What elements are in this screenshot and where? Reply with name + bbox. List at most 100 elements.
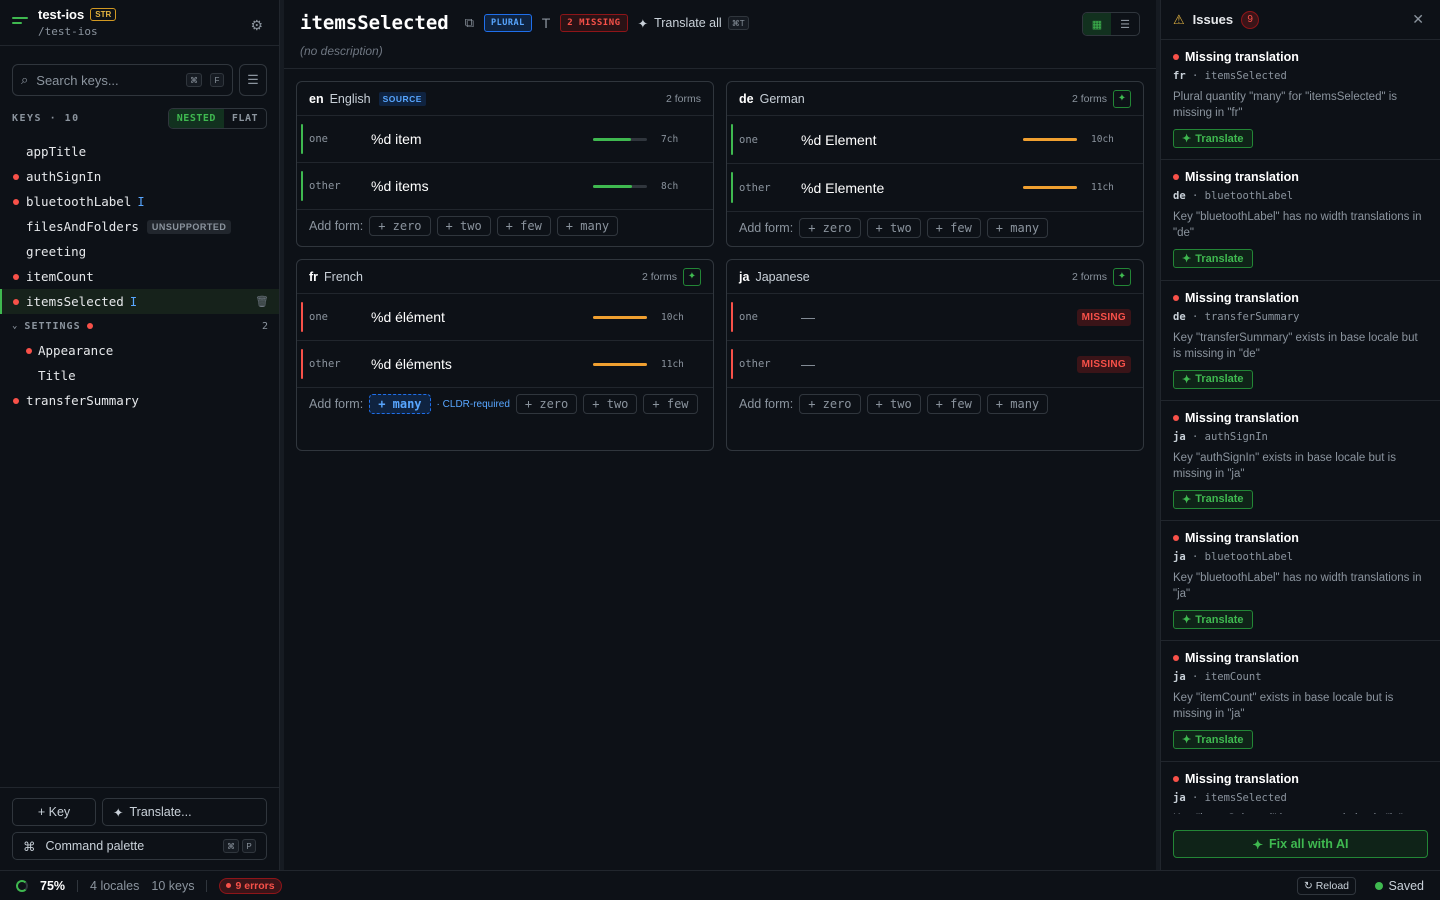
errors-badge[interactable]: 9 errors <box>219 877 282 894</box>
key-description[interactable]: (no description) <box>300 44 1140 58</box>
grid-view-icon[interactable]: ▦ <box>1083 13 1111 35</box>
issue-translate-button[interactable]: ✦ Translate <box>1173 249 1253 269</box>
issue-translate-button[interactable]: ✦ Translate <box>1173 489 1253 509</box>
plural-form-row[interactable]: one — MISSING <box>727 294 1143 341</box>
add-many-required-button[interactable]: + many <box>369 394 431 414</box>
key-tree: appTitle authSignIn bluetoothLabel I file… <box>0 137 279 413</box>
add-many-button[interactable]: + many <box>556 216 619 236</box>
plural-form-row[interactable]: one %d Element 10ch <box>727 116 1143 164</box>
add-key-button[interactable]: + Key <box>12 798 96 826</box>
add-two-button[interactable]: + two <box>866 218 921 238</box>
filter-button[interactable]: ☰ <box>239 64 267 96</box>
issue-item[interactable]: Missing translation ja · bluetoothLabel Ke… <box>1161 521 1440 642</box>
add-two-button[interactable]: + two <box>583 394 638 414</box>
issue-key: transferSummary <box>1204 310 1300 323</box>
plural-form-row[interactable]: one %d élément 10ch <box>297 294 713 341</box>
issue-translate-button[interactable]: ✦ Translate <box>1173 369 1253 389</box>
nested-view-button[interactable]: NESTED <box>168 109 224 128</box>
form-value[interactable]: %d éléments <box>371 356 593 372</box>
plural-form-row[interactable]: other %d éléments 11ch <box>297 341 713 388</box>
add-two-button[interactable]: + two <box>436 216 491 236</box>
list-view-icon[interactable]: ☰ <box>1111 13 1139 35</box>
add-many-button[interactable]: + many <box>986 218 1049 238</box>
flat-view-button[interactable]: FLAT <box>224 109 266 128</box>
width-meter <box>1023 186 1077 189</box>
key-item-bluetoothlabel[interactable]: bluetoothLabel I <box>0 189 279 214</box>
issue-translate-button[interactable]: ✦ Translate <box>1173 730 1253 750</box>
form-value[interactable]: — <box>801 356 1077 372</box>
add-few-button[interactable]: + few <box>643 394 698 414</box>
issue-title-text: Missing translation <box>1185 651 1299 666</box>
divider <box>77 879 79 892</box>
reload-button[interactable]: ↻ Reload <box>1296 876 1356 895</box>
issue-item[interactable]: Missing translation ja · authSignIn Key "a… <box>1161 401 1440 522</box>
issue-title: Missing translation <box>1173 651 1428 665</box>
translate-all-button[interactable]: ✦ Translate all ⌘T <box>638 16 749 31</box>
issue-title-text: Missing translation <box>1185 290 1299 305</box>
form-value[interactable]: %d items <box>371 178 593 194</box>
form-value[interactable]: — <box>801 309 1077 325</box>
form-value[interactable]: %d Element <box>801 132 1023 148</box>
add-zero-button[interactable]: + zero <box>515 394 578 414</box>
char-count: 11ch <box>1091 182 1114 193</box>
error-dot <box>226 883 232 888</box>
trash-icon[interactable]: 🗑 <box>255 295 269 308</box>
add-many-button[interactable]: + many <box>986 394 1049 414</box>
issue-item[interactable]: Missing translation ja · itemsSelected Key… <box>1161 762 1440 814</box>
close-icon[interactable]: ✕ <box>1412 11 1424 28</box>
locale-grid: en English SOURCE 2 forms one %d item 7ch … <box>296 81 1144 451</box>
issue-locale-key: de · transferSummary <box>1173 310 1300 323</box>
plural-form-row[interactable]: other — MISSING <box>727 341 1143 388</box>
add-two-button[interactable]: + two <box>866 394 921 414</box>
key-item-itemsselected[interactable]: itemsSelected I 🗑 <box>0 289 279 314</box>
plural-form-row[interactable]: other %d items 8ch <box>297 163 713 210</box>
key-label: Appearance <box>38 343 114 358</box>
add-few-button[interactable]: + few <box>926 394 981 414</box>
copy-icon[interactable]: ⧉ <box>465 15 474 31</box>
add-zero-button[interactable]: + zero <box>799 394 861 414</box>
key-item-greeting[interactable]: greeting <box>0 239 279 264</box>
issue-locale-key: ja · bluetoothLabel <box>1173 551 1294 564</box>
key-item-transfersummary[interactable]: transferSummary <box>0 388 279 413</box>
group-settings[interactable]: ⌄ SETTINGS 2 <box>0 314 279 338</box>
missing-dot <box>13 299 19 305</box>
issue-translate-button[interactable]: ✦ Translate <box>1173 129 1253 148</box>
missing-dot <box>13 174 19 180</box>
plural-form-row[interactable]: other %d Elemente 11ch <box>727 164 1143 212</box>
layout-toggle: ▦ ☰ <box>1082 12 1140 36</box>
search-input[interactable]: ⌕ Search keys... ⌘ F <box>12 64 233 96</box>
add-zero-button[interactable]: + zero <box>369 216 431 236</box>
fix-all-button[interactable]: ✦ Fix all with AI <box>1173 830 1428 858</box>
translate-locale-button[interactable]: ✦ <box>1113 89 1131 108</box>
issue-item[interactable]: Missing translation fr · itemsSelected Plu… <box>1161 40 1440 161</box>
translate-locale-button[interactable]: ✦ <box>683 267 701 286</box>
issue-item[interactable]: Missing translation de · transferSummary K… <box>1161 281 1440 401</box>
key-item-title[interactable]: Title <box>0 363 279 388</box>
gear-icon[interactable]: ⚙ <box>250 17 263 34</box>
issue-item[interactable]: Missing translation de · bluetoothLabel Ke… <box>1161 160 1440 281</box>
issue-translate-button[interactable]: ✦ Translate <box>1173 610 1253 630</box>
form-value[interactable]: %d Elemente <box>801 180 1023 196</box>
key-item-appearance[interactable]: Appearance <box>0 338 279 363</box>
add-few-button[interactable]: + few <box>496 216 551 236</box>
form-value[interactable]: %d item <box>371 131 593 147</box>
form-value[interactable]: %d élément <box>371 309 593 325</box>
key-item-apptitle[interactable]: appTitle <box>0 139 279 164</box>
key-item-filesandfolders[interactable]: filesAndFolders UNSUPPORTED <box>0 214 279 239</box>
command-palette-button[interactable]: ⌘ Command palette ⌘ P <box>12 832 267 860</box>
missing-dot <box>26 348 32 354</box>
translate-locale-button[interactable]: ✦ <box>1113 267 1131 286</box>
issue-locale-key: fr · itemsSelected <box>1173 70 1287 82</box>
add-zero-button[interactable]: + zero <box>799 218 861 238</box>
locale-name: English <box>329 91 371 106</box>
translate-button[interactable]: ✦ Translate... <box>102 798 267 826</box>
plural-form-row[interactable]: one %d item 7ch <box>297 116 713 163</box>
issue-key: itemsSelected <box>1204 791 1287 804</box>
form-label: one <box>739 311 758 323</box>
text-type-icon[interactable]: T <box>542 15 551 31</box>
key-item-itemcount[interactable]: itemCount <box>0 264 279 289</box>
refresh-icon: ↻ <box>1303 879 1313 892</box>
key-item-authsignin[interactable]: authSignIn <box>0 164 279 189</box>
add-few-button[interactable]: + few <box>926 218 981 238</box>
issue-item[interactable]: Missing translation ja · itemCount Key "it… <box>1161 641 1440 762</box>
